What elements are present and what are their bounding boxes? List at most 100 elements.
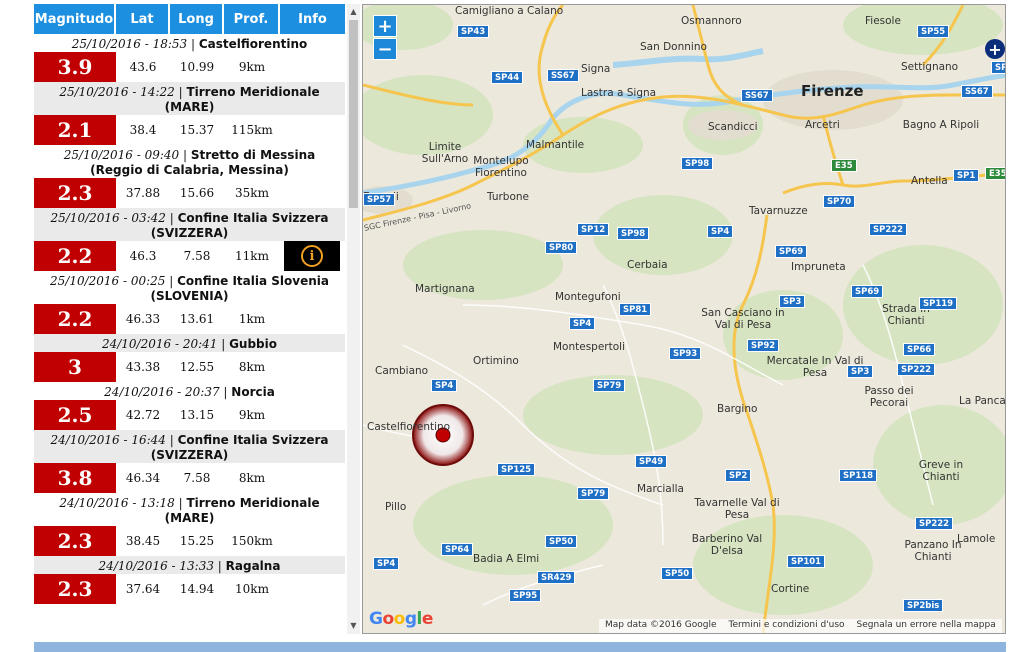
- info-icon: i: [301, 245, 323, 267]
- road-shield: SP5: [991, 61, 1005, 74]
- scroll-up-icon[interactable]: ▲: [347, 4, 360, 18]
- road-shield: SP49: [635, 455, 668, 468]
- table-row[interactable]: 3 43.38 12.55 8km: [34, 352, 345, 382]
- lat-value: 43.6: [129, 60, 157, 74]
- map-data-text: Map data ©2016 Google: [605, 620, 717, 630]
- magnitude-badge: 2.1: [34, 115, 116, 145]
- table-row[interactable]: 2.1 38.4 15.37 115km: [34, 115, 345, 145]
- event-place: Norcia: [231, 385, 275, 399]
- header-magnitudo[interactable]: Magnitudo: [34, 4, 116, 34]
- road-shield: SR429: [537, 571, 576, 584]
- list-scrollbar[interactable]: ▲ ▼: [347, 4, 360, 634]
- list-item-location: 24/10/2016 - 20:37 | Norcia: [34, 382, 345, 400]
- event-place: Confine Italia Svizzera (SVIZZERA): [150, 211, 329, 240]
- depth-value: 11km: [235, 249, 269, 263]
- table-row[interactable]: 3.9 43.6 10.99 9km: [34, 52, 345, 82]
- magnitude-badge: 2.3: [34, 178, 116, 208]
- road-shield: SP81: [619, 303, 652, 316]
- magnitude-badge: 3.8: [34, 463, 116, 493]
- place-label: Tavarnelle Val di Pesa: [694, 497, 780, 521]
- road-shield: SP43: [457, 25, 490, 38]
- list-item-location: 24/10/2016 - 13:33 | Ragalna: [34, 556, 345, 574]
- map[interactable]: + − + Osmannoro Fiesole San Donnino Signa La…: [362, 4, 1006, 634]
- depth-value: 115km: [231, 123, 273, 137]
- table-row[interactable]: 2.2 46.3 7.58 11km i: [34, 241, 345, 271]
- terms-link[interactable]: Termini e condizioni d'uso: [729, 620, 845, 632]
- table-body: 25/10/2016 - 18:53 | Castelfiorentino 3.9…: [34, 34, 345, 604]
- separator: |: [213, 559, 226, 573]
- place-label: Osmannoro: [681, 15, 742, 27]
- zoom-in-button[interactable]: +: [373, 15, 397, 37]
- scrollbar-thumb[interactable]: [349, 20, 358, 208]
- road-shield: SP101: [787, 555, 826, 568]
- long-value: 13.61: [179, 312, 215, 326]
- list-item-location: 25/10/2016 - 00:25 | Confine Italia Slov…: [34, 271, 345, 304]
- lat-value: 46.34: [125, 471, 161, 485]
- lat-value: 38.45: [125, 534, 161, 548]
- place-label: Fiesole: [865, 15, 901, 27]
- event-date: 24/10/2016 - 13:18: [59, 496, 175, 510]
- place-label: Bagno A Ripoli: [902, 119, 980, 131]
- scroll-down-icon[interactable]: ▼: [347, 618, 360, 632]
- lat-value: 37.88: [125, 186, 161, 200]
- road-shield: SP66: [903, 343, 936, 356]
- info-button[interactable]: i: [284, 241, 340, 271]
- place-label: Camigliano a Calano: [455, 5, 564, 17]
- lat-value: 46.3: [129, 249, 157, 263]
- table-row[interactable]: 2.2 46.33 13.61 1km: [34, 304, 345, 334]
- event-place: Tirreno Meridionale (MARE): [164, 85, 320, 114]
- event-date: 25/10/2016 - 18:53: [71, 37, 188, 51]
- road-shield: SP79: [577, 487, 610, 500]
- separator: |: [187, 37, 199, 51]
- header-prof[interactable]: Prof.: [224, 4, 280, 34]
- place-label: Passo dei Pecorai: [864, 385, 914, 409]
- table-row[interactable]: 3.8 46.34 7.58 8km: [34, 463, 345, 493]
- road-shield: SP222: [897, 363, 936, 376]
- list-item-location: 25/10/2016 - 18:53 | Castelfiorentino: [34, 34, 345, 52]
- table-row[interactable]: 2.3 37.64 14.94 10km: [34, 574, 345, 604]
- long-value: 14.94: [179, 582, 215, 596]
- depth-value: 9km: [238, 60, 266, 74]
- event-place: Confine Italia Slovenia (SLOVENIA): [150, 274, 329, 303]
- table-row[interactable]: 2.5 42.72 13.15 9km: [34, 400, 345, 430]
- road-shield: SP57: [363, 193, 396, 206]
- place-label: Barberino Val D'elsa: [691, 533, 763, 557]
- header-long[interactable]: Long: [170, 4, 224, 34]
- report-error-link[interactable]: Segnala un errore nella mappa: [857, 620, 996, 632]
- road-shield: SP4: [431, 379, 458, 392]
- road-shield: SP3: [779, 295, 806, 308]
- zoom-out-button[interactable]: −: [373, 38, 397, 60]
- depth-value: 150km: [231, 534, 273, 548]
- earthquake-list-panel: Magnitudo Lat Long Prof. Info 25/10/2016…: [34, 4, 360, 634]
- road-shield: SP12: [577, 223, 610, 236]
- lat-value: 42.72: [125, 408, 161, 422]
- long-value: 15.25: [179, 534, 215, 548]
- table-row[interactable]: 2.3 37.88 15.66 35km: [34, 178, 345, 208]
- header-info[interactable]: Info: [280, 4, 345, 34]
- place-label: Castelfiorentino: [367, 421, 451, 433]
- road-shield: SS67: [547, 69, 579, 82]
- road-shield: SP79: [593, 379, 626, 392]
- depth-value: 8km: [238, 360, 266, 374]
- road-shield: SP119: [919, 297, 958, 310]
- earthquake-list[interactable]: Magnitudo Lat Long Prof. Info 25/10/2016…: [34, 4, 345, 634]
- place-label: San Casciano in Val di Pesa: [701, 307, 785, 331]
- header-lat[interactable]: Lat: [116, 4, 170, 34]
- event-date: 24/10/2016 - 20:37: [104, 385, 220, 399]
- place-label: Settignano: [901, 61, 959, 73]
- road-shield: SP3: [847, 365, 874, 378]
- place-label: Montegufoni: [555, 291, 621, 303]
- table-row[interactable]: 2.3 38.45 15.25 150km: [34, 526, 345, 556]
- separator: |: [165, 211, 178, 225]
- place-label: Firenze: [801, 82, 864, 100]
- google-logo[interactable]: Google: [369, 609, 433, 629]
- place-label: San Donnino: [640, 41, 707, 53]
- road-shield: SP98: [681, 157, 714, 170]
- page: Magnitudo Lat Long Prof. Info 25/10/2016…: [0, 0, 1024, 652]
- road-shield: SP4: [707, 225, 734, 238]
- separator: |: [165, 274, 178, 288]
- event-date: 25/10/2016 - 03:42: [50, 211, 166, 225]
- expand-icon[interactable]: +: [985, 39, 1005, 59]
- separator: |: [165, 433, 178, 447]
- magnitude-badge: 3: [34, 352, 116, 382]
